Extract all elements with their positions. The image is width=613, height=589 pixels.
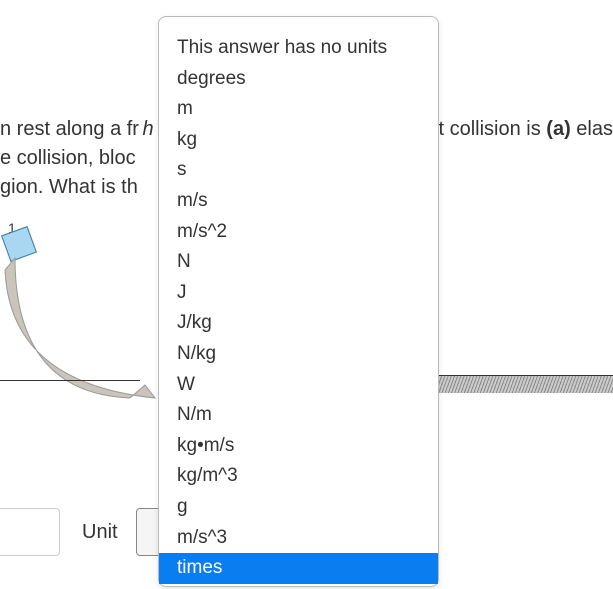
problem-text-left: n rest along a fr e collision, bloc gion… xyxy=(0,115,139,202)
unit-dropdown[interactable]: This answer has no unitsdegreesmkgsm/sm/… xyxy=(158,16,439,587)
unit-option[interactable]: m/s^2 xyxy=(159,217,438,248)
unit-option[interactable]: m/s xyxy=(159,186,438,217)
problem-line3-right: collision is (a) elas xyxy=(450,118,613,140)
unit-option[interactable]: m/s^3 xyxy=(159,523,438,554)
unit-option[interactable]: N xyxy=(159,247,438,278)
unit-option[interactable]: J/kg xyxy=(159,308,438,339)
unit-option[interactable]: kg xyxy=(159,125,438,156)
problem-line3-left: gion. What is th xyxy=(0,173,139,202)
unit-option[interactable]: N/kg xyxy=(159,339,438,370)
unit-option[interactable]: degrees xyxy=(159,64,438,95)
ground-line-left xyxy=(0,380,140,381)
unit-option[interactable]: g xyxy=(159,492,438,523)
unit-option[interactable]: times xyxy=(159,553,438,584)
unit-option[interactable]: N/m xyxy=(159,400,438,431)
unit-option[interactable]: J xyxy=(159,278,438,309)
unit-option[interactable]: This answer has no units xyxy=(159,33,438,64)
unit-option[interactable]: s xyxy=(159,155,438,186)
problem-line1-left: n rest along a fr xyxy=(0,115,139,144)
unit-option[interactable]: m xyxy=(159,94,438,125)
ramp-curve xyxy=(0,243,170,413)
unit-option[interactable]: kg/m^3 xyxy=(159,461,438,492)
ground-rough-right xyxy=(438,375,613,393)
problem-line2-left: e collision, bloc xyxy=(0,144,139,173)
answer-input[interactable] xyxy=(0,508,60,556)
unit-label: Unit xyxy=(78,521,118,544)
physics-figure: 1 xyxy=(0,225,160,405)
unit-option[interactable]: W xyxy=(159,370,438,401)
unit-option[interactable]: kg•m/s xyxy=(159,431,438,462)
